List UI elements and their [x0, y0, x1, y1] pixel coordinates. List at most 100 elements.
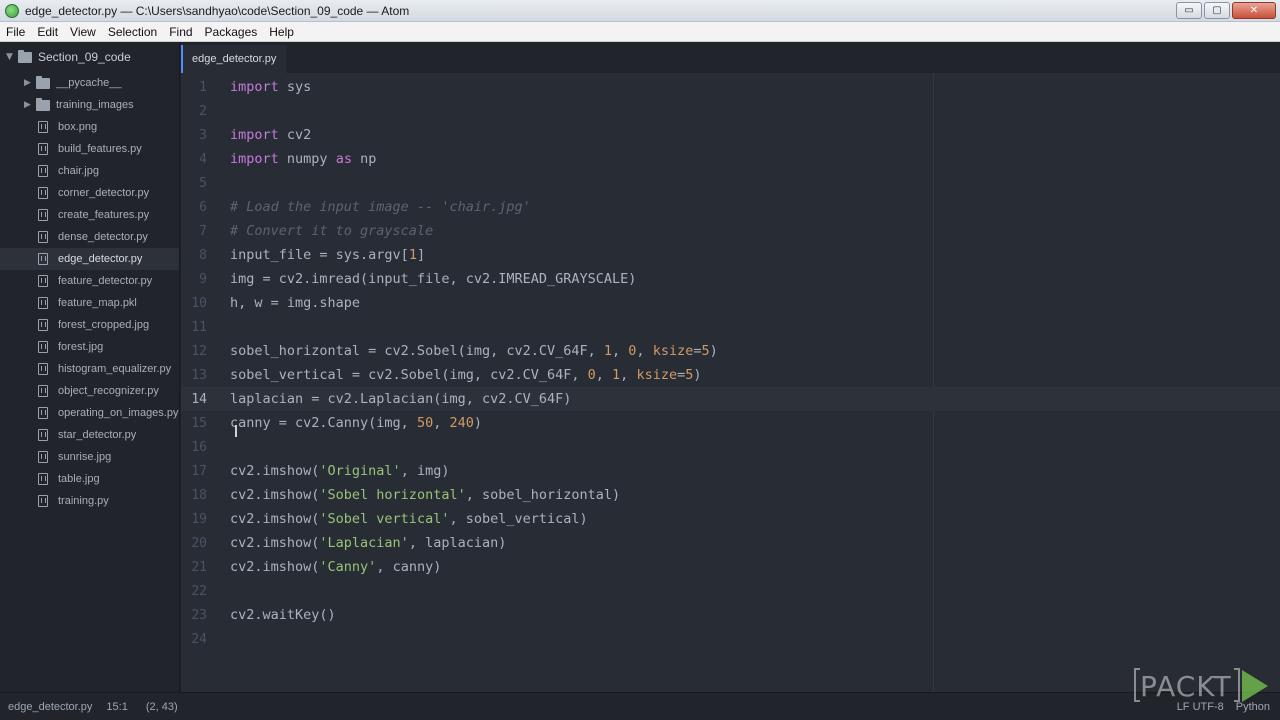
tree-file[interactable]: forest.jpg: [0, 336, 179, 358]
line-number: 6: [199, 199, 207, 215]
chevron-right-icon: ▶: [24, 100, 31, 110]
tree-file[interactable]: create_features.py: [0, 204, 179, 226]
code-line[interactable]: 9 img = cv2.imread(input_file, cv2.IMREA…: [181, 267, 1280, 291]
status-cursor-position[interactable]: 15:1: [106, 701, 127, 713]
tree-file[interactable]: dense_detector.py: [0, 226, 179, 248]
status-selection-count: (2, 43): [145, 700, 178, 713]
line-number: 10: [191, 295, 207, 311]
code-line[interactable]: 17 cv2.imshow('Original', img): [181, 459, 1280, 483]
tree-file[interactable]: chair.jpg: [0, 160, 179, 182]
code-line[interactable]: 6 # Load the input image -- 'chair.jpg': [181, 195, 1280, 219]
code-line[interactable]: 24: [181, 627, 1280, 651]
menu-view[interactable]: View: [64, 25, 102, 39]
menu-file[interactable]: File: [0, 25, 31, 39]
file-icon: [38, 385, 48, 397]
menu-edit[interactable]: Edit: [31, 25, 64, 39]
line-number: 23: [191, 607, 207, 623]
tree-folder[interactable]: ▶ __pycache__: [0, 72, 179, 94]
tree-file[interactable]: histogram_equalizer.py: [0, 358, 179, 380]
tree-file[interactable]: edge_detector.py: [0, 248, 179, 270]
file-icon: [38, 165, 48, 177]
tab-edge-detector[interactable]: edge_detector.py: [181, 45, 286, 73]
title-bar: edge_detector.py — C:\Users\sandhyao\cod…: [0, 0, 1280, 22]
line-number: 11: [191, 319, 207, 335]
tree-file-label: feature_detector.py: [58, 275, 153, 287]
tree-file[interactable]: table.jpg: [0, 468, 179, 490]
line-number: 21: [191, 559, 207, 575]
code-line[interactable]: 8 input_file = sys.argv[1]: [181, 243, 1280, 267]
file-icon: [38, 297, 48, 309]
tree-file[interactable]: forest_cropped.jpg: [0, 314, 179, 336]
minimize-button[interactable]: ▭: [1176, 2, 1202, 19]
tree-file[interactable]: box.png: [0, 116, 179, 138]
file-icon: [38, 121, 48, 133]
file-icon: [38, 187, 48, 199]
menu-help[interactable]: Help: [263, 25, 300, 39]
tree-root-folder[interactable]: ▼ Section_09_code: [0, 42, 179, 72]
code-line[interactable]: 23 cv2.waitKey(): [181, 603, 1280, 627]
tree-file[interactable]: feature_detector.py: [0, 270, 179, 292]
tree-folder-label: __pycache__: [56, 77, 122, 89]
file-icon: [38, 407, 48, 419]
file-icon: [38, 495, 48, 507]
line-number: 15: [191, 415, 207, 431]
code-line[interactable]: 3 import cv2: [181, 123, 1280, 147]
text-cursor-icon: [235, 425, 237, 437]
code-editor[interactable]: 1 import sys 2 3 import cv2 4 import num…: [181, 73, 1280, 692]
menu-find[interactable]: Find: [163, 25, 198, 39]
line-number: 5: [199, 175, 207, 191]
tree-file-label: object_recognizer.py: [58, 385, 159, 397]
line-number: 19: [191, 511, 207, 527]
file-icon: [38, 231, 48, 243]
tree-file[interactable]: operating_on_images.py: [0, 402, 179, 424]
tab-bar: edge_detector.py: [181, 42, 1280, 73]
tree-file[interactable]: sunrise.jpg: [0, 446, 179, 468]
code-line[interactable]: 10 h, w = img.shape: [181, 291, 1280, 315]
tree-file-label: create_features.py: [58, 209, 150, 221]
code-line[interactable]: 22: [181, 579, 1280, 603]
code-line[interactable]: 7 # Convert it to grayscale: [181, 219, 1280, 243]
menu-selection[interactable]: Selection: [102, 25, 163, 39]
line-number: 9: [199, 271, 207, 287]
file-icon: [38, 341, 48, 353]
code-line[interactable]: 4 import numpy as np: [181, 147, 1280, 171]
code-line-current[interactable]: 14 laplacian = cv2.Laplacian(img, cv2.CV…: [181, 387, 1280, 411]
code-line[interactable]: 18 cv2.imshow('Sobel horizontal', sobel_…: [181, 483, 1280, 507]
line-number: 22: [191, 583, 207, 599]
tree-file[interactable]: star_detector.py: [0, 424, 179, 446]
tree-file-label: sunrise.jpg: [58, 451, 112, 463]
code-line[interactable]: 1 import sys: [181, 75, 1280, 99]
close-button[interactable]: ✕: [1232, 2, 1276, 19]
status-file-path[interactable]: edge_detector.py: [8, 701, 92, 713]
code-line[interactable]: 19 cv2.imshow('Sobel vertical', sobel_ve…: [181, 507, 1280, 531]
file-icon: [38, 275, 48, 287]
folder-icon: [18, 49, 32, 63]
code-line[interactable]: 15 canny = cv2.Canny(img, 50, 240): [181, 411, 1280, 435]
file-icon: [38, 209, 48, 221]
chevron-right-icon: ▶: [24, 78, 31, 88]
file-icon: [38, 319, 48, 331]
code-line[interactable]: 16: [181, 435, 1280, 459]
tree-folder[interactable]: ▶ training_images: [0, 94, 179, 116]
code-line[interactable]: 12 sobel_horizontal = cv2.Sobel(img, cv2…: [181, 339, 1280, 363]
tree-file[interactable]: corner_detector.py: [0, 182, 179, 204]
maximize-button[interactable]: ▢: [1204, 2, 1230, 19]
code-line[interactable]: 2: [181, 99, 1280, 123]
tree-view: ▼ Section_09_code ▶ __pycache__ ▶ training_…: [0, 42, 180, 692]
tree-file[interactable]: build_features.py: [0, 138, 179, 160]
code-line[interactable]: 20 cv2.imshow('Laplacian', laplacian): [181, 531, 1280, 555]
code-line[interactable]: 13 sobel_vertical = cv2.Sobel(img, cv2.C…: [181, 363, 1280, 387]
file-icon: [38, 451, 48, 463]
code-line[interactable]: 5: [181, 171, 1280, 195]
tree-file[interactable]: training.py: [0, 490, 179, 512]
tree-file-label: histogram_equalizer.py: [58, 363, 172, 375]
tree-file[interactable]: object_recognizer.py: [0, 380, 179, 402]
menu-packages[interactable]: Packages: [199, 25, 264, 39]
code-line[interactable]: 11: [181, 315, 1280, 339]
tree-file-label: box.png: [58, 121, 98, 133]
tree-file-label: edge_detector.py: [58, 253, 143, 265]
line-number: 1: [199, 79, 207, 95]
code-line[interactable]: 21 cv2.imshow('Canny', canny): [181, 555, 1280, 579]
tree-file[interactable]: feature_map.pkl: [0, 292, 179, 314]
tree-file-label: forest.jpg: [58, 341, 104, 353]
